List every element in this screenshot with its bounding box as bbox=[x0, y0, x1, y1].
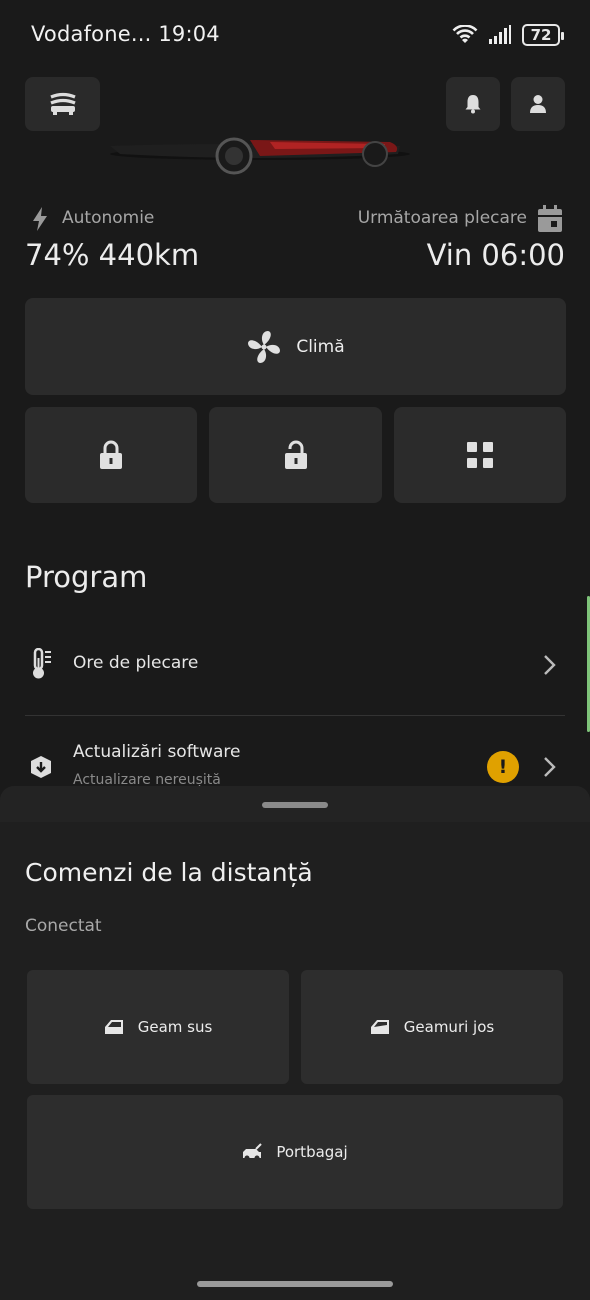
lightning-icon bbox=[33, 207, 47, 231]
remote-title: Comenzi de la distanță bbox=[25, 858, 313, 887]
bell-icon bbox=[465, 95, 481, 114]
grid-icon bbox=[467, 442, 493, 468]
climate-label: Climă bbox=[296, 336, 345, 357]
list-item-departure-times[interactable]: Ore de plecare bbox=[25, 640, 565, 690]
trunk-label: Portbagaj bbox=[276, 1143, 348, 1161]
chevron-right-icon bbox=[544, 757, 556, 777]
trunk-icon bbox=[243, 1143, 263, 1161]
carrier-time: Vodafone... 19:04 bbox=[31, 22, 220, 46]
drag-handle[interactable] bbox=[262, 802, 328, 808]
car-front-icon bbox=[49, 92, 76, 115]
windows-down-button[interactable]: Geamuri jos bbox=[301, 970, 563, 1084]
lock-button[interactable] bbox=[25, 407, 197, 503]
window-up-button[interactable]: Geam sus bbox=[27, 970, 289, 1084]
next-departure-label: Următoarea plecare bbox=[357, 208, 527, 228]
range-label: Autonomie bbox=[62, 208, 155, 228]
chevron-right-icon bbox=[544, 655, 556, 675]
car-image bbox=[100, 132, 420, 177]
unlock-icon bbox=[284, 440, 307, 469]
profile-button[interactable] bbox=[511, 77, 565, 131]
status-bar: Vodafone... 19:04 72 bbox=[0, 0, 590, 70]
signal-icon bbox=[489, 25, 511, 44]
divider bbox=[25, 715, 565, 716]
departure-times-label: Ore de plecare bbox=[73, 653, 199, 673]
list-item-software-updates[interactable]: Actualizări software Actualizare nereuși… bbox=[25, 738, 565, 788]
windows-down-label: Geamuri jos bbox=[403, 1018, 495, 1036]
trunk-button[interactable]: Portbagaj bbox=[27, 1095, 563, 1209]
wifi-icon bbox=[452, 25, 478, 43]
window-up-icon bbox=[104, 1020, 123, 1034]
unlock-button[interactable] bbox=[209, 407, 382, 503]
range-value: 74% 440km bbox=[25, 238, 200, 272]
program-title: Program bbox=[25, 560, 148, 594]
more-actions-button[interactable] bbox=[394, 407, 566, 503]
home-indicator[interactable] bbox=[197, 1281, 393, 1287]
connection-status: Conectat bbox=[25, 916, 102, 936]
battery-indicator: 72 bbox=[522, 24, 564, 46]
calendar-icon bbox=[538, 205, 562, 232]
climate-button[interactable]: Climă bbox=[25, 298, 566, 395]
thermometer-icon bbox=[33, 648, 51, 679]
next-departure-value: Vin 06:00 bbox=[426, 238, 565, 272]
remote-controls-sheet: Comenzi de la distanță Conectat Geam sus… bbox=[0, 786, 590, 1300]
shield-download-icon bbox=[31, 756, 51, 778]
fan-icon bbox=[248, 330, 281, 363]
vehicle-menu-button[interactable] bbox=[25, 77, 100, 131]
user-icon bbox=[530, 95, 546, 113]
notifications-button[interactable] bbox=[446, 77, 500, 131]
lock-icon bbox=[100, 440, 122, 469]
status-icons: 72 bbox=[452, 24, 564, 46]
window-up-label: Geam sus bbox=[137, 1018, 213, 1036]
window-down-icon bbox=[370, 1020, 389, 1034]
software-updates-label: Actualizări software bbox=[73, 742, 241, 762]
warning-badge: ! bbox=[487, 751, 519, 783]
